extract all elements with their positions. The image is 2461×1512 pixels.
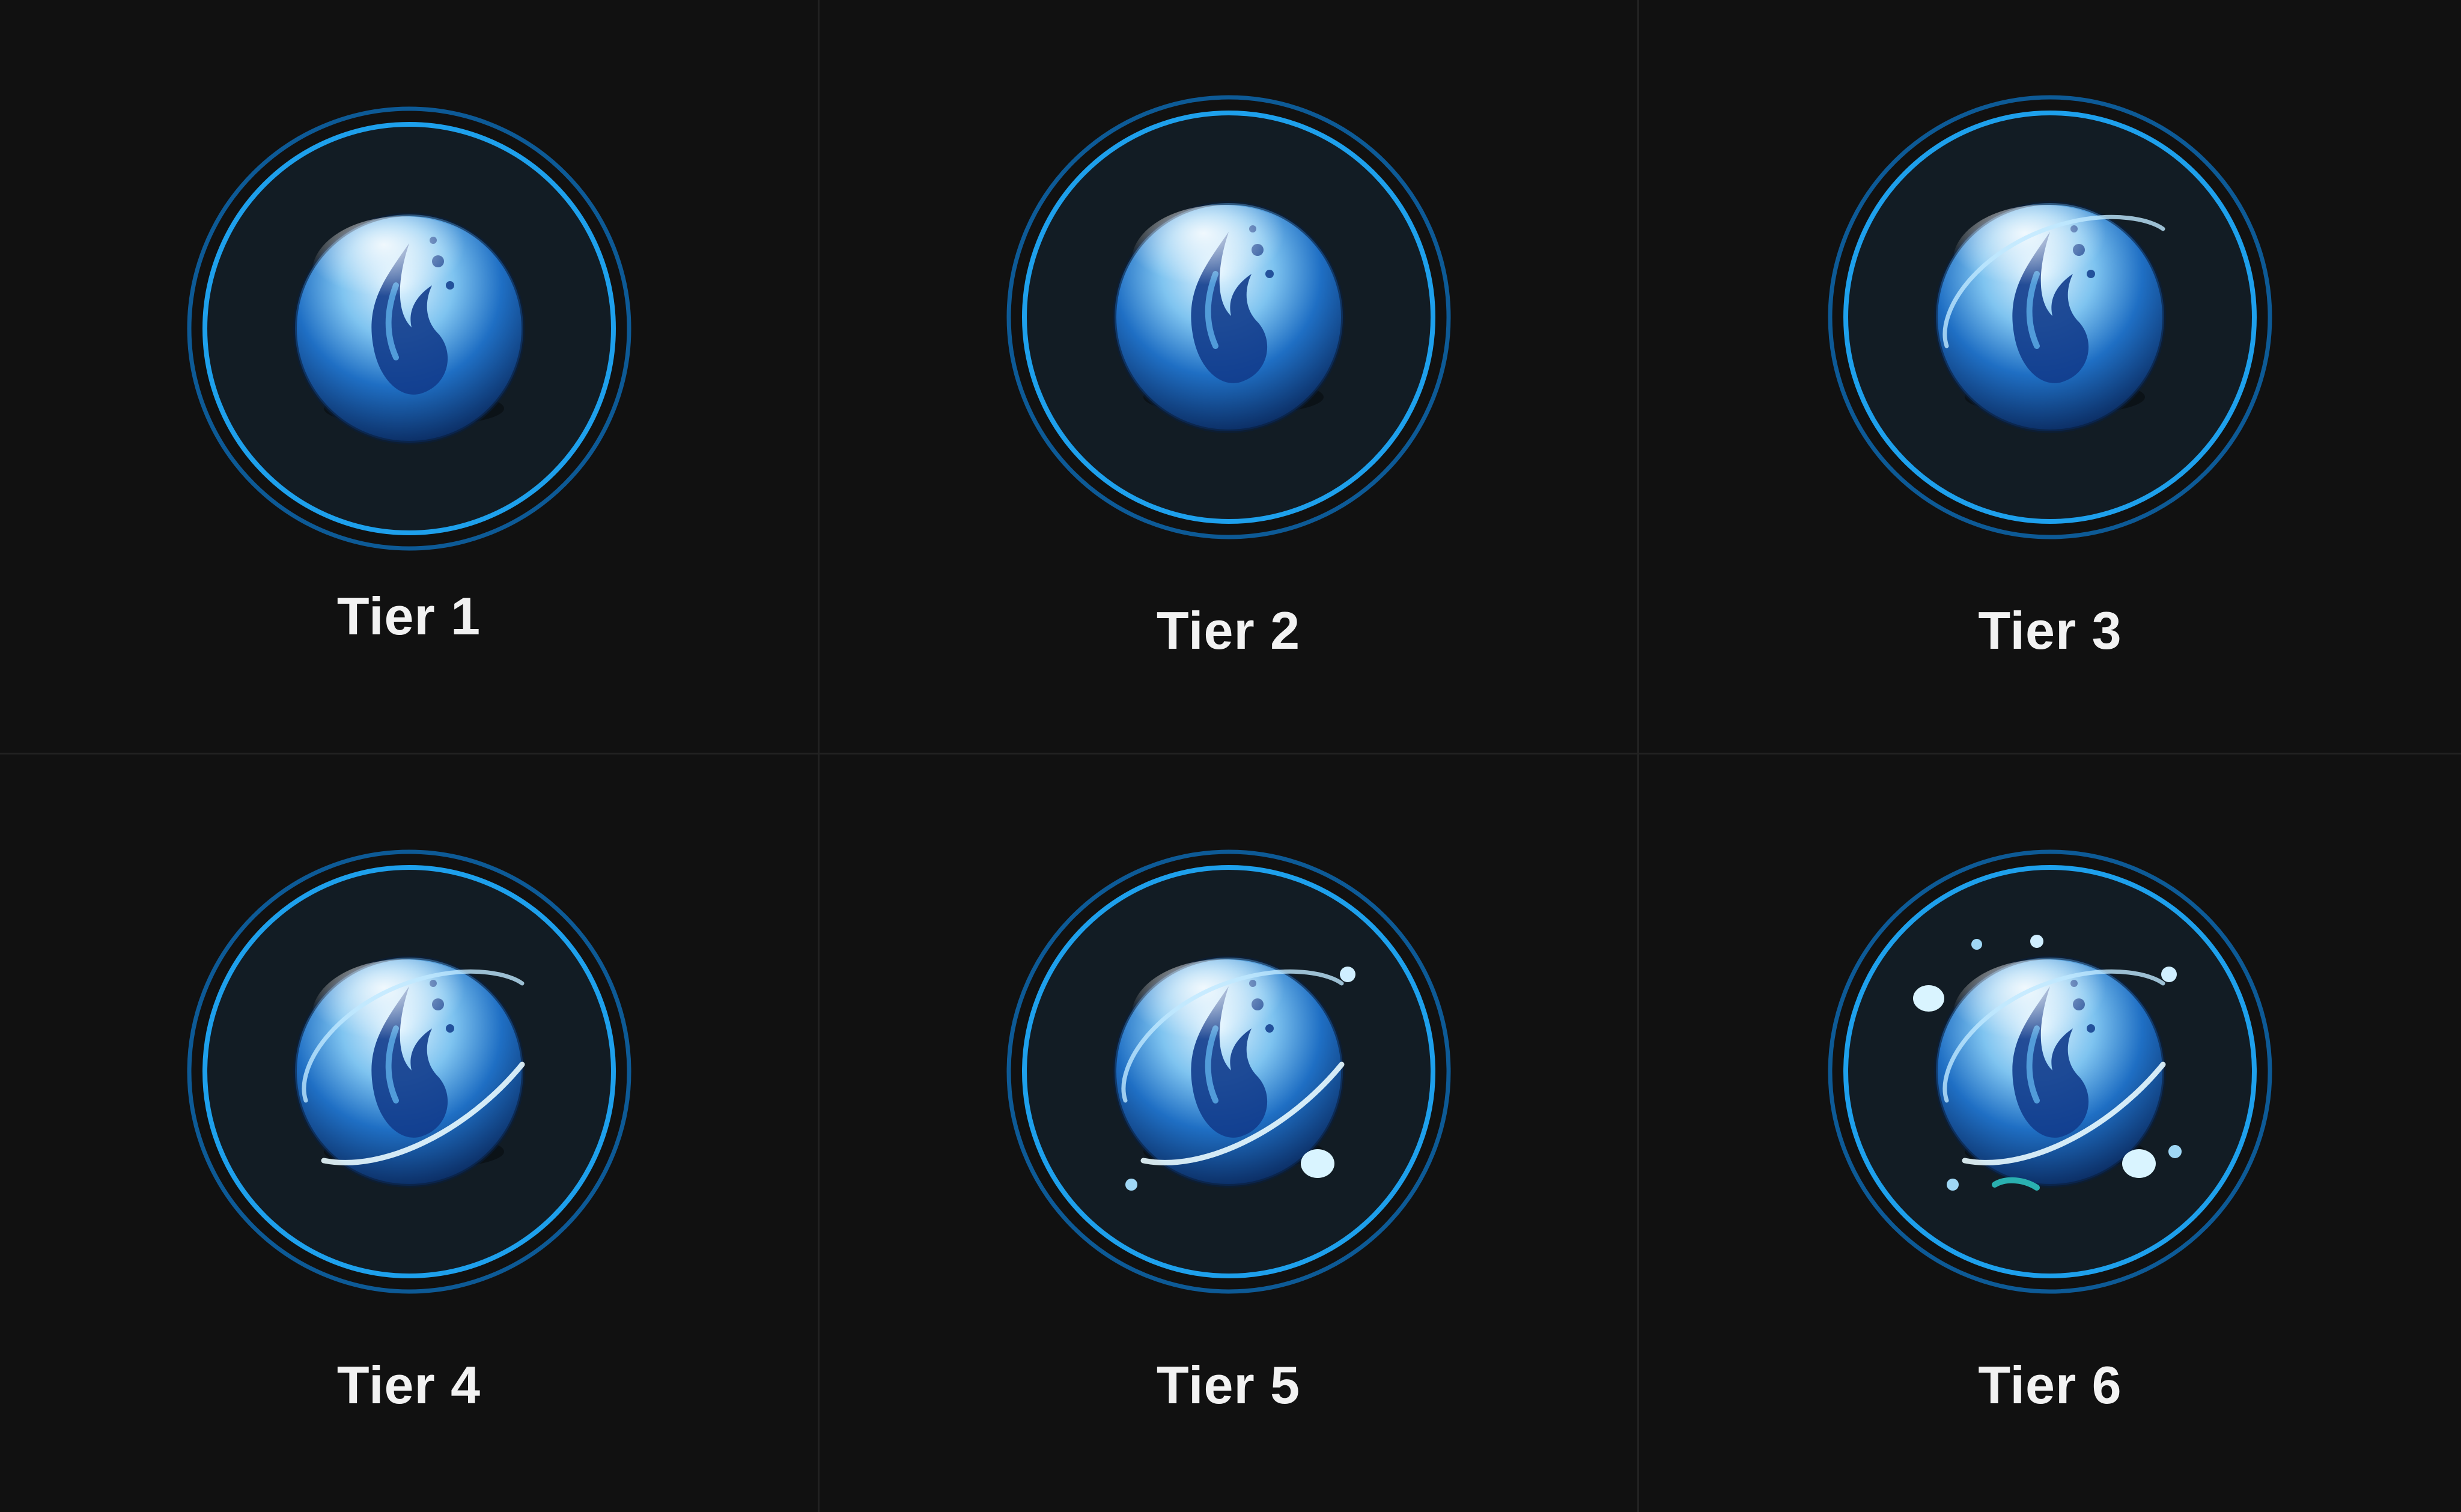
orb-highlight (311, 216, 492, 330)
floating-bubble (1913, 985, 1944, 1012)
orb-highlight (1131, 205, 1312, 319)
tier-card-3[interactable]: Tier 3 (1639, 0, 2461, 754)
tier-card-5[interactable]: Tier 5 (820, 754, 1639, 1512)
floating-bubble (1947, 1179, 1959, 1191)
tier-card-6[interactable]: Tier 6 (1639, 754, 2461, 1512)
floating-bubble (2161, 967, 2177, 982)
orb-highlight (311, 959, 492, 1073)
tier-6-label: Tier 6 (1978, 1355, 2122, 1415)
tier-5-badge (1005, 848, 1452, 1295)
tier-3-badge (1827, 94, 2274, 541)
tier-card-2[interactable]: Tier 2 (820, 0, 1639, 754)
floating-bubble (2030, 935, 2043, 948)
tier-1-label: Tier 1 (336, 586, 481, 646)
floating-bubble (1339, 967, 1355, 982)
tier-6-badge (1827, 848, 2274, 1295)
tier-1-badge (186, 105, 633, 552)
floating-bubble (2122, 1149, 2156, 1178)
tier-4-label: Tier 4 (336, 1355, 481, 1415)
orb-highlight (1953, 205, 2133, 319)
floating-bubble (1971, 939, 1982, 950)
tier-grid: Tier 1 Tier 2 Tier 3 Tier 4 Tier 5 Tier … (0, 0, 2461, 1512)
tier-5-label: Tier 5 (1156, 1355, 1301, 1415)
tier-card-1[interactable]: Tier 1 (0, 0, 820, 754)
tier-4-badge (186, 848, 633, 1295)
tier-2-badge (1005, 94, 1452, 541)
tier-2-label: Tier 2 (1156, 601, 1301, 660)
floating-bubble (1125, 1179, 1137, 1191)
floating-bubble (2168, 1145, 2182, 1158)
tier-card-4[interactable]: Tier 4 (0, 754, 820, 1512)
floating-bubble (1300, 1149, 1334, 1178)
orb-highlight (1953, 959, 2133, 1073)
orb-highlight (1131, 959, 1312, 1073)
tier-3-label: Tier 3 (1978, 601, 2122, 660)
